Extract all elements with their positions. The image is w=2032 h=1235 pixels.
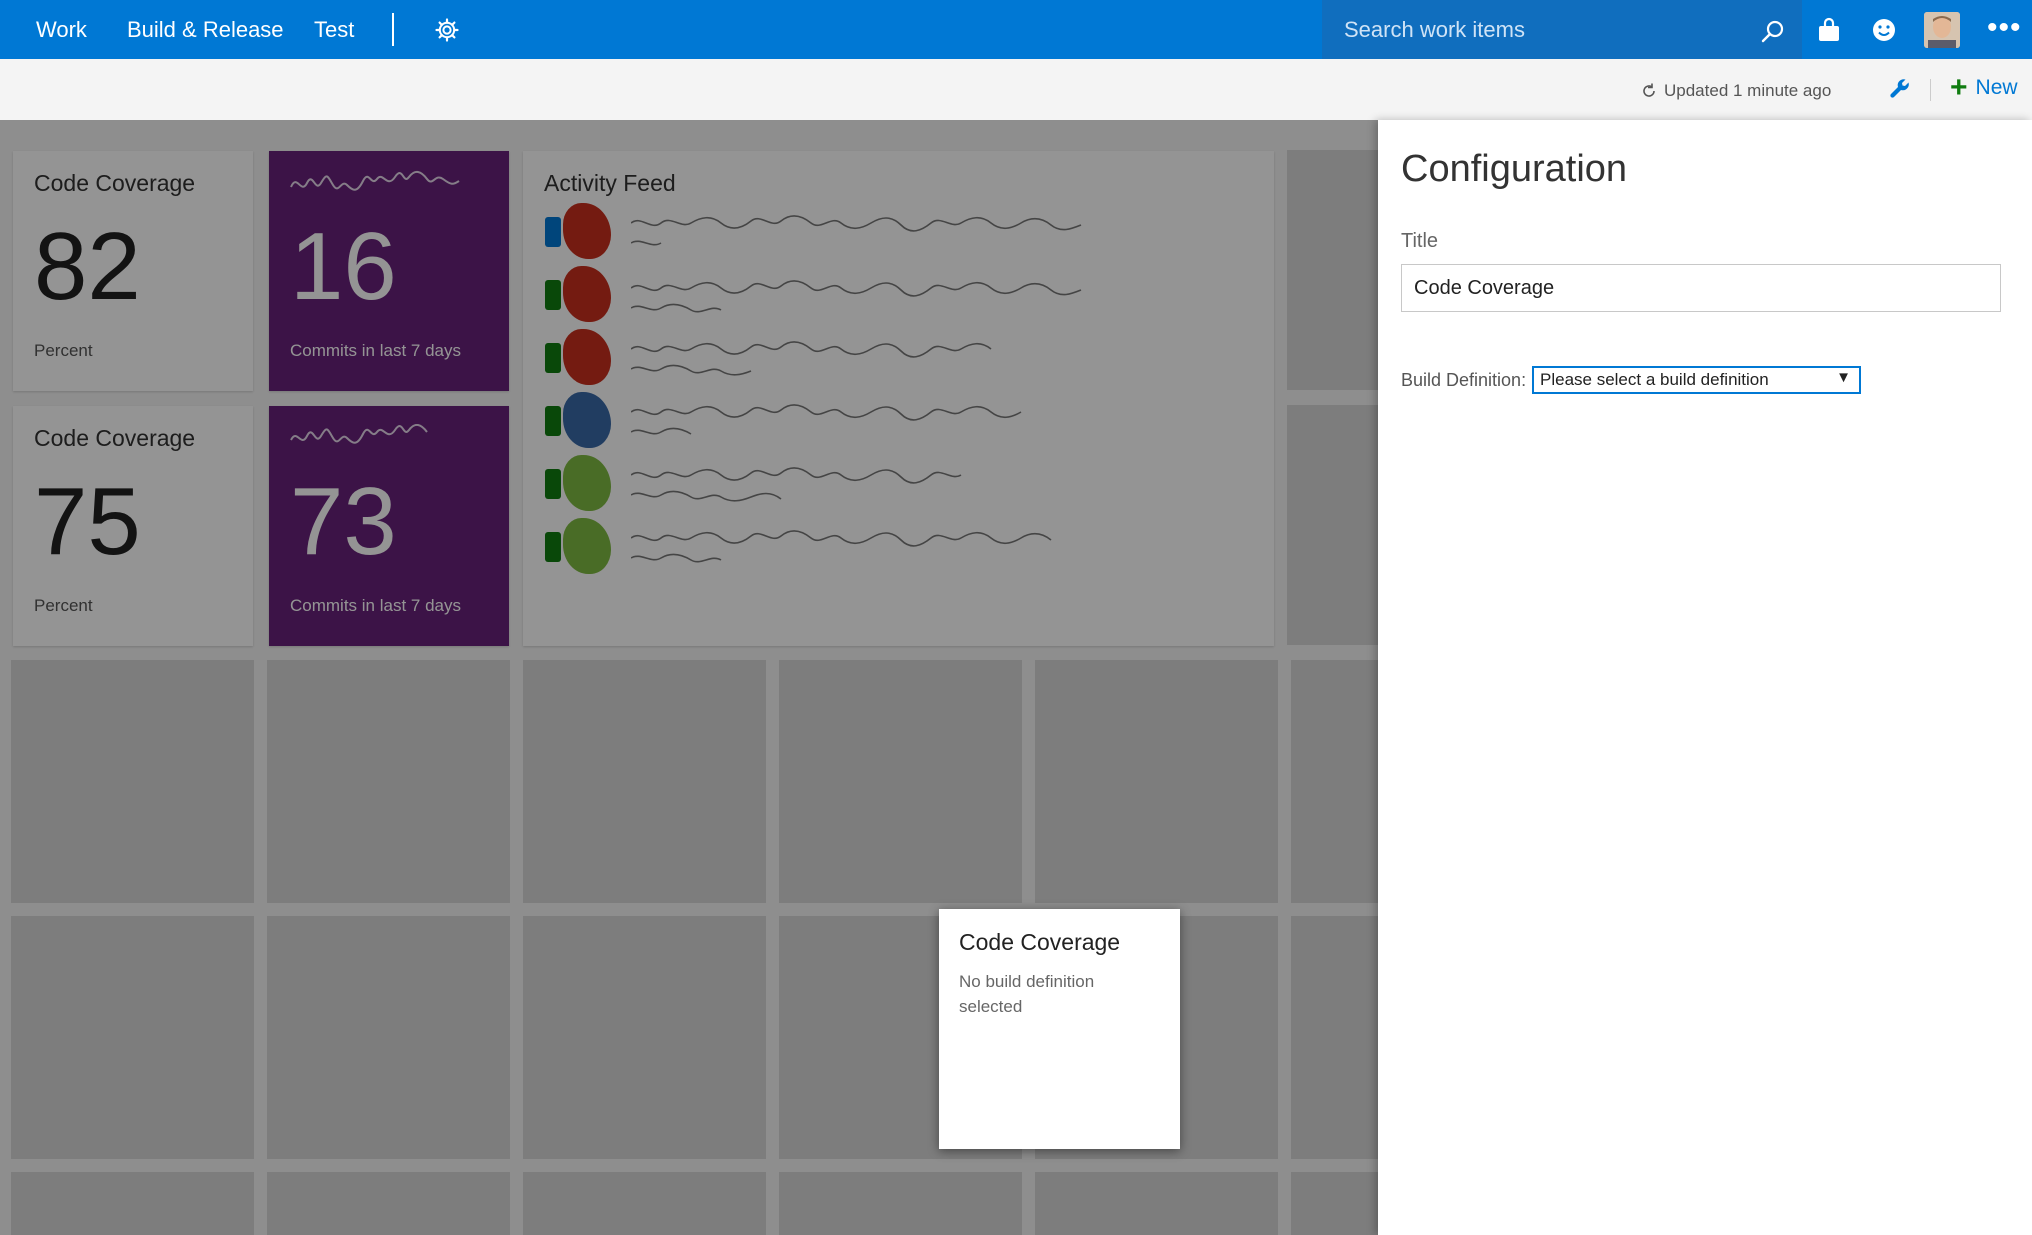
- widget-title-scribble: [290, 171, 460, 191]
- configuration-panel: Configuration Title Build Definition: Pl…: [1378, 120, 2032, 1235]
- build-definition-label: Build Definition:: [1401, 370, 1527, 390]
- title-field[interactable]: [1401, 264, 2001, 312]
- empty-grid-cell: [779, 660, 1022, 903]
- empty-grid-cell: [1291, 1172, 1378, 1235]
- feed-item-scribble: [631, 467, 962, 502]
- avatar: [563, 203, 611, 259]
- preview-message: No build definition selected: [959, 972, 1095, 1016]
- widget-value: 82: [34, 213, 141, 320]
- empty-grid-cell: [1035, 660, 1278, 903]
- user-avatar[interactable]: [1924, 12, 1960, 48]
- feed-item: [541, 518, 1261, 576]
- dropdown-arrow-icon: ▼: [1836, 369, 1851, 386]
- preview-title: Code Coverage: [959, 929, 1121, 955]
- avatar: [563, 329, 611, 385]
- widget-caption: Percent: [34, 341, 93, 360]
- widget-value: 16: [290, 213, 397, 320]
- empty-grid-cell: [523, 916, 766, 1159]
- feed-item: [541, 392, 1261, 450]
- commits-widget[interactable]: 16 Commits in last 7 days: [269, 151, 509, 391]
- feed-item: [541, 266, 1261, 324]
- feed-item-scribble: [631, 530, 1052, 563]
- status-indicator: [545, 343, 561, 373]
- nav-item-work[interactable]: Work: [36, 0, 87, 59]
- empty-grid-cell: [1035, 1172, 1278, 1235]
- avatar: [563, 455, 611, 511]
- empty-grid-cell: [1287, 405, 1378, 645]
- empty-grid-cell: [267, 1172, 510, 1235]
- feed-item-scribble: [631, 280, 1082, 313]
- status-indicator: [545, 217, 561, 247]
- widget-caption: Percent: [34, 596, 93, 615]
- new-button[interactable]: + New: [1950, 71, 2018, 104]
- widget-title: Code Coverage: [34, 425, 196, 451]
- search-icon[interactable]: [1760, 18, 1786, 44]
- avatar: [563, 518, 611, 574]
- edit-dashboard-wrench-icon[interactable]: [1888, 77, 1912, 101]
- empty-grid-cell: [11, 916, 254, 1159]
- widget-caption: Commits in last 7 days: [290, 341, 461, 360]
- top-nav-bar: Work Build & Release Test •••: [0, 0, 2032, 59]
- widget-preview-tile[interactable]: Code Coverage No build definition select…: [939, 909, 1180, 1149]
- plus-icon: +: [1950, 71, 1968, 104]
- feed-item: [541, 203, 1261, 261]
- code-coverage-widget[interactable]: Code Coverage 82 Percent: [13, 151, 253, 391]
- empty-grid-cell: [267, 660, 510, 903]
- toolbar-divider: [1930, 79, 1931, 101]
- feed-item-scribble: [631, 215, 1082, 246]
- feed-item-scribble: [631, 341, 992, 376]
- refresh-icon[interactable]: [1640, 82, 1658, 100]
- avatar: [563, 266, 611, 322]
- widget-value: 73: [290, 468, 397, 575]
- smiley-feedback-icon[interactable]: [1870, 16, 1898, 44]
- title-label: Title: [1401, 230, 1439, 252]
- status-indicator: [545, 469, 561, 499]
- code-coverage-widget[interactable]: Code Coverage 75 Percent: [13, 406, 253, 646]
- status-indicator: [545, 406, 561, 436]
- dashboard-grid: Code Coverage 82 Percent 16 Commits in l…: [0, 120, 1378, 1235]
- widget-title: Code Coverage: [34, 170, 196, 196]
- widget-title: Activity Feed: [544, 170, 676, 196]
- dashboard-toolbar: Updated 1 minute ago + New: [0, 59, 2032, 120]
- empty-grid-cell: [11, 660, 254, 903]
- activity-feed-widget[interactable]: Activity Feed: [523, 151, 1274, 646]
- nav-divider: [392, 13, 394, 46]
- empty-grid-cell: [267, 916, 510, 1159]
- avatar: [563, 392, 611, 448]
- widget-title-scribble: [290, 424, 428, 444]
- widget-caption: Commits in last 7 days: [290, 596, 461, 615]
- feed-item: [541, 455, 1261, 513]
- empty-grid-cell: [523, 660, 766, 903]
- search-input[interactable]: [1344, 0, 1744, 59]
- feed-item-scribble: [631, 404, 1022, 435]
- new-button-label: New: [1975, 76, 2018, 99]
- empty-grid-cell: [1287, 150, 1378, 390]
- nav-item-test[interactable]: Test: [314, 0, 354, 59]
- panel-title: Configuration: [1401, 148, 1628, 190]
- status-indicator: [545, 532, 561, 562]
- feed-item: [541, 329, 1261, 387]
- empty-grid-cell: [523, 1172, 766, 1235]
- settings-gear-icon[interactable]: [435, 18, 459, 42]
- shopping-bag-icon[interactable]: [1815, 16, 1843, 44]
- search-box: [1322, 0, 1802, 59]
- empty-grid-cell: [779, 1172, 1022, 1235]
- widget-value: 75: [34, 468, 141, 575]
- last-updated-status: Updated 1 minute ago: [1640, 81, 1831, 101]
- empty-grid-cell: [1291, 660, 1378, 903]
- status-indicator: [545, 280, 561, 310]
- updated-text: Updated 1 minute ago: [1664, 81, 1832, 100]
- more-options-icon[interactable]: •••: [1987, 8, 2022, 48]
- empty-grid-cell: [11, 1172, 254, 1235]
- build-definition-selected: Please select a build definition: [1540, 370, 1769, 389]
- empty-grid-cell: [1291, 916, 1378, 1159]
- nav-item-build-release[interactable]: Build & Release: [127, 0, 284, 59]
- commits-widget[interactable]: 73 Commits in last 7 days: [269, 406, 509, 646]
- build-definition-dropdown[interactable]: Please select a build definition ▼: [1532, 366, 1861, 394]
